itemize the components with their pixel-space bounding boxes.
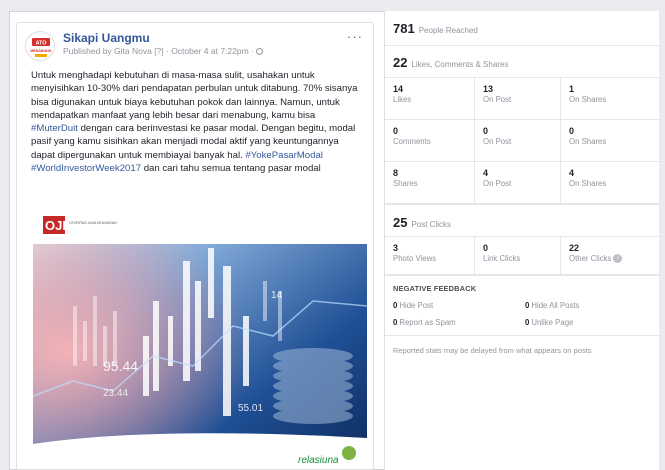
post-image[interactable]: OJK OTORITAS JASA KEUANGAN 65.22 14 95.4… (33, 206, 367, 469)
stat-shares-on-shares: 4 On Shares (561, 162, 659, 204)
stat-shares-on-post: 4 On Post (475, 162, 561, 204)
unlike-page-count: 0 (525, 318, 530, 327)
more-options-button[interactable]: ··· (347, 29, 363, 44)
stat-comments-on-post: 0 On Post (475, 120, 561, 162)
neg-hide-all-posts: 0 Hide All Posts (525, 297, 651, 314)
hide-post-count: 0 (393, 301, 398, 310)
engagement-grid: 14 Likes 13 On Post 1 On Shares 0 Commen… (385, 78, 659, 205)
report-spam-label: Report as Spam (399, 318, 456, 327)
svg-text:MENABUNG: MENABUNG (30, 49, 51, 53)
other-clicks-count: 22 (569, 243, 580, 253)
report-spam-count: 0 (393, 318, 398, 327)
chart-number-2: 14 (271, 290, 283, 301)
comments-on-shares-count: 0 (569, 126, 575, 136)
globe-icon (256, 48, 264, 56)
clicks-count: 25 (393, 215, 408, 230)
comments-count: 0 (393, 126, 399, 136)
likes-count: 14 (393, 84, 404, 94)
post-text-part1: Untuk menghadapi kebutuhan di masa-masa … (31, 70, 358, 121)
hide-all-posts-count: 0 (525, 301, 530, 310)
comments-on-post-label: On Post (483, 137, 512, 146)
neg-report-spam: 0 Report as Spam (393, 314, 525, 331)
stat-likes-on-post: 13 On Post (475, 78, 561, 120)
post-meta: Published by Gita Nova [?] · October 4 a… (63, 45, 373, 57)
brand-logo: relasiuna (298, 455, 339, 466)
other-clicks-label: Other Clicks i (569, 254, 651, 264)
info-icon[interactable]: i (613, 254, 623, 264)
clicks-grid: 3 Photo Views 0 Link Clicks 22 Other Cli… (385, 237, 659, 276)
hashtag-muterduit[interactable]: #MuterDuit (31, 123, 78, 134)
shares-on-shares-label: On Shares (569, 179, 607, 188)
reach-section: 781 People Reached (385, 11, 659, 46)
stat-link-clicks: 0 Link Clicks (475, 237, 561, 275)
ojk-logo-sub: OTORITAS JASA KEUANGAN (69, 221, 117, 225)
clicks-label: Post Clicks (411, 220, 452, 229)
delay-note: Reported stats may be delayed from what … (393, 346, 592, 355)
post-header: ATO MENABUNG Sikapi Uangmu Published by … (17, 23, 373, 65)
hashtag-yokepasarmodal[interactable]: #YokePasarModal (245, 150, 323, 161)
stat-likes-on-shares: 1 On Shares (561, 78, 659, 120)
photo-views-count: 3 (393, 243, 399, 253)
post-text: Untuk menghadapi kebutuhan di masa-masa … (17, 65, 373, 213)
stat-other-clicks: 22 Other Clicks i (561, 237, 659, 275)
neg-hide-post: 0 Hide Post (393, 297, 525, 314)
stat-shares: 8 Shares (385, 162, 475, 204)
shares-on-post-label: On Post (483, 179, 512, 188)
shares-label: Shares (393, 179, 418, 188)
chart-number-1: 65.22 (233, 222, 258, 233)
stat-photo-views: 3 Photo Views (385, 237, 475, 275)
likes-on-shares-label: On Shares (569, 95, 607, 104)
stat-comments-on-shares: 0 On Shares (561, 120, 659, 162)
unlike-page-label: Unlike Page (531, 318, 574, 327)
post-card: ATO MENABUNG Sikapi Uangmu Published by … (16, 22, 374, 470)
shares-count: 8 (393, 168, 399, 178)
stat-likes: 14 Likes (385, 78, 475, 120)
other-clicks-text: Other Clicks (569, 254, 612, 263)
post-meta-text: Published by Gita Nova [?] · October 4 a… (63, 46, 257, 56)
comments-on-post-count: 0 (483, 126, 489, 136)
likes-on-shares-count: 1 (569, 84, 575, 94)
neg-unlike-page: 0 Unlike Page (525, 314, 651, 331)
chart-number-4: 23.44 (103, 388, 128, 399)
clicks-section: 25 Post Clicks (385, 205, 659, 237)
engagement-section: 22 Likes, Comments & Shares (385, 46, 659, 78)
svg-text:ATO: ATO (35, 41, 47, 47)
page-avatar[interactable]: ATO MENABUNG (25, 31, 55, 61)
stats-panel: 781 People Reached 22 Likes, Comments & … (384, 11, 659, 470)
hide-all-posts-label: Hide All Posts (531, 301, 580, 310)
photo-views-label: Photo Views (393, 254, 437, 263)
likes-on-post-label: On Post (483, 95, 512, 104)
post-text-part3: dan cari tahu semua tentang pasar modal (141, 163, 321, 175)
likes-on-post-count: 13 (483, 84, 494, 94)
comments-on-shares-label: On Shares (569, 137, 607, 146)
reach-label: People Reached (418, 26, 478, 35)
reach-count: 781 (393, 21, 415, 36)
negative-feedback-title: NEGATIVE FEEDBACK (393, 284, 477, 293)
shares-on-shares-count: 4 (569, 168, 575, 178)
page-name-link[interactable]: Sikapi Uangmu (63, 31, 373, 45)
chart-number-3: 95.44 (103, 358, 138, 374)
chart-number-5: 55.01 (238, 403, 263, 414)
shares-on-post-count: 4 (483, 168, 489, 178)
link-clicks-label: Link Clicks (483, 254, 521, 263)
stat-comments: 0 Comments (385, 120, 475, 162)
hide-post-label: Hide Post (399, 301, 434, 310)
comments-label: Comments (393, 137, 431, 146)
link-clicks-count: 0 (483, 243, 489, 253)
likes-label: Likes (393, 95, 412, 104)
engagement-count: 22 (393, 55, 408, 70)
negative-feedback-grid: 0 Hide Post 0 Hide All Posts 0 Report as Sp… (385, 297, 659, 336)
hashtag-worldinvestorweek[interactable]: #WorldInvestorWeek2017 (31, 163, 141, 174)
engagement-label: Likes, Comments & Shares (411, 60, 509, 69)
